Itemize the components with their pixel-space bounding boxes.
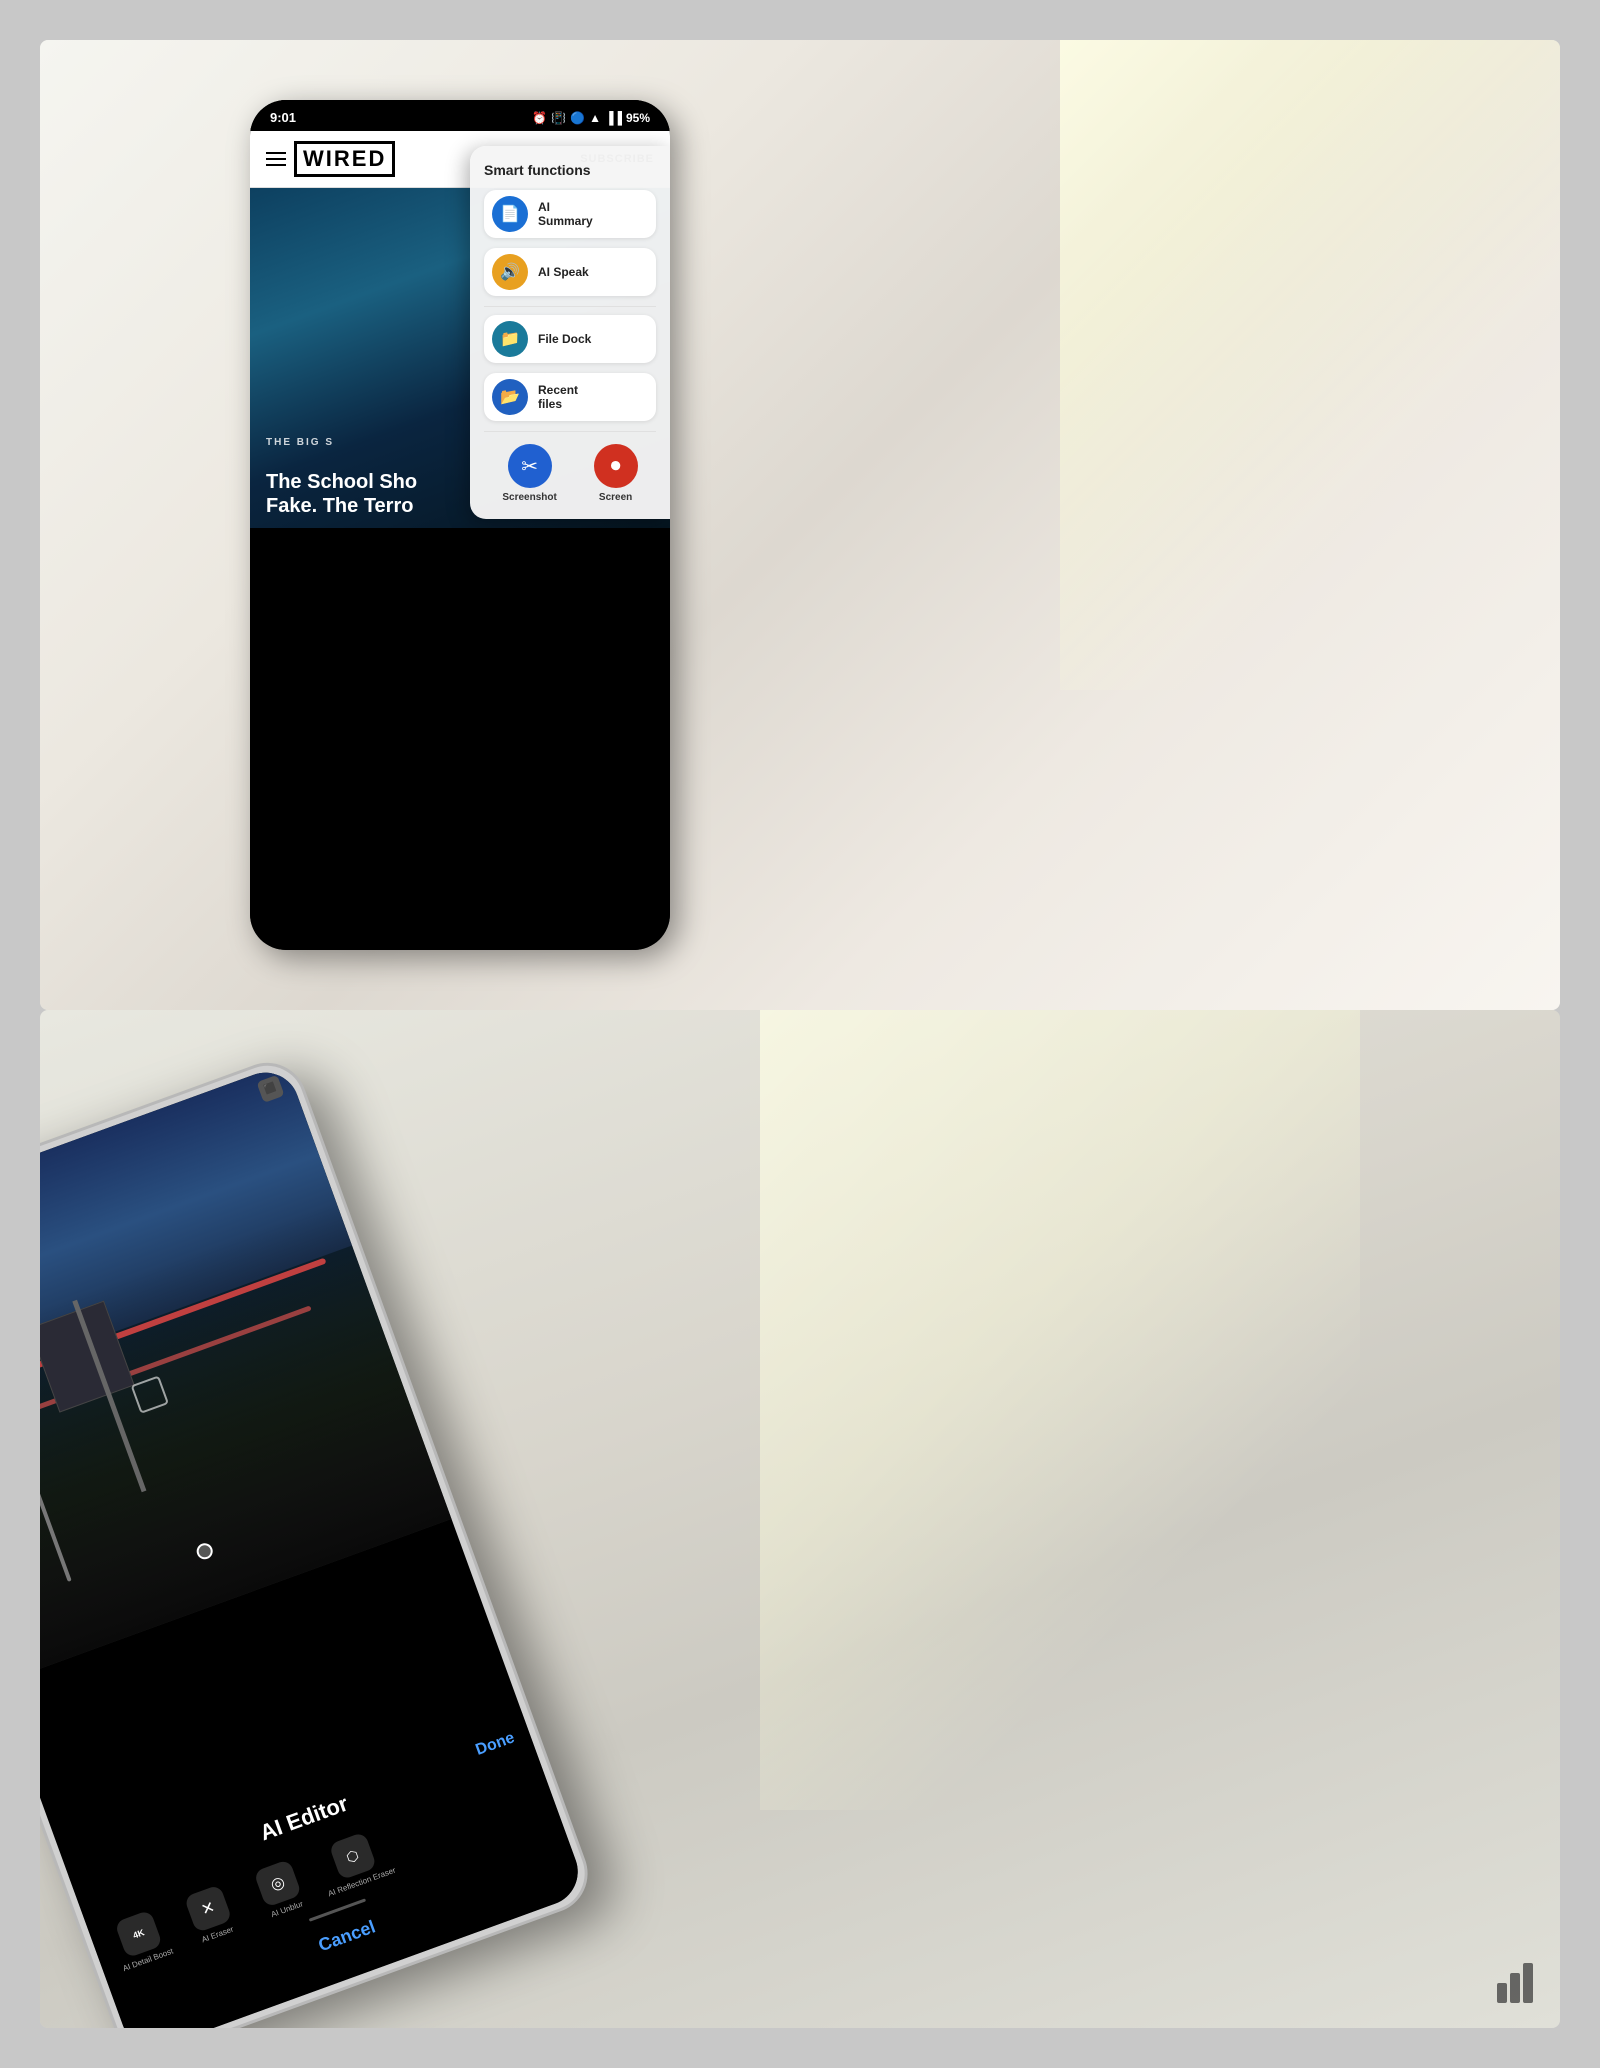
ai-speak-item[interactable]: 🔊 AI Speak [484, 248, 656, 296]
ai-speak-icon: 🔊 [492, 254, 528, 290]
top-photo: 9:01 ⏰ 📳 🔵 ▲ ▐▐ 95% WIRED S [40, 40, 1560, 1010]
bluetooth-icon: 🔵 [570, 111, 585, 125]
wired-logo: WIRED [266, 141, 395, 177]
structure-box [40, 1300, 135, 1412]
file-dock-item[interactable]: 📁 File Dock [484, 315, 656, 363]
bar-2 [1510, 1973, 1520, 2003]
wifi-icon: ▲ [589, 111, 601, 125]
screenshot-label: Screenshot [502, 492, 556, 503]
battery-label: 95% [626, 111, 650, 125]
headline-line-1: The School Sho [266, 470, 417, 494]
recent-files-icon: 📂 [492, 379, 528, 415]
ai-detail-boost-item[interactable]: 4K AI Detail Boost [104, 1906, 178, 1974]
status-time: 9:01 [270, 110, 296, 125]
recent-files-label: Recentfiles [538, 383, 578, 412]
panel-bottom-toolbar: ✂ Screenshot ⏺ Screen [484, 440, 656, 503]
article-headline: The School Sho Fake. The Terro [266, 470, 417, 518]
panel-divider-1 [484, 306, 656, 307]
pipe-v-1 [40, 1352, 41, 1609]
bar-3 [1523, 1963, 1533, 2003]
ai-reflection-eraser-item[interactable]: ⬡ AI Reflection Eraser [313, 1826, 397, 1898]
phone-top: 9:01 ⏰ 📳 🔵 ▲ ▐▐ 95% WIRED S [250, 100, 670, 950]
screen-record-icon: ⏺ [594, 444, 638, 488]
watermark-bars [1497, 1963, 1533, 2003]
signal-icon: ▐▐ [605, 111, 622, 125]
icon-glyph: ⬛ [263, 1082, 278, 1097]
ai-summary-item[interactable]: 📄 AISummary [484, 190, 656, 238]
wired-logo-text: WIRED [294, 141, 395, 177]
ai-summary-icon: 📄 [492, 196, 528, 232]
alarm-icon: ⏰ [532, 111, 547, 125]
article-category: THE BIG S [266, 437, 334, 448]
ai-unblur-item[interactable]: ◎ AI Unblur [243, 1855, 317, 1923]
smart-functions-panel: Smart functions 📄 AISummary 🔊 AI Speak 📁… [470, 146, 670, 519]
4k-label: 4K [131, 1927, 145, 1940]
reflection-glyph: ⬡ [344, 1846, 361, 1866]
bottom-photo: ⬛ Done AI Editor 4K AI Detail Boost [40, 1010, 1560, 2028]
ai-summary-label: AISummary [538, 200, 593, 229]
headline-line-2: Fake. The Terro [266, 494, 417, 518]
screen-record-item[interactable]: ⏺ Screen [594, 444, 638, 503]
file-dock-icon: 📁 [492, 321, 528, 357]
screenshot-item[interactable]: ✂ Screenshot [502, 444, 556, 503]
screen-record-label: Screen [599, 492, 632, 503]
recent-files-item[interactable]: 📂 Recentfiles [484, 373, 656, 421]
screenshot-icon: ✂ [508, 444, 552, 488]
notification-icon: 📳 [551, 111, 566, 125]
ai-speak-label: AI Speak [538, 265, 589, 279]
smart-panel-title: Smart functions [484, 162, 656, 178]
phone-top-screen: 9:01 ⏰ 📳 🔵 ▲ ▐▐ 95% WIRED S [250, 100, 670, 950]
ai-eraser-item[interactable]: ✕ AI Eraser [173, 1881, 247, 1949]
file-dock-label: File Dock [538, 332, 591, 346]
status-bar: 9:01 ⏰ 📳 🔵 ▲ ▐▐ 95% [250, 100, 670, 131]
eraser-glyph: ✕ [198, 1897, 217, 1920]
status-icons: ⏰ 📳 🔵 ▲ ▐▐ 95% [532, 111, 650, 125]
hamburger-icon[interactable] [266, 152, 286, 166]
unblur-glyph: ◎ [268, 1872, 288, 1896]
panel-divider-2 [484, 431, 656, 432]
watermark [1490, 1958, 1540, 2008]
bar-1 [1497, 1983, 1507, 2003]
